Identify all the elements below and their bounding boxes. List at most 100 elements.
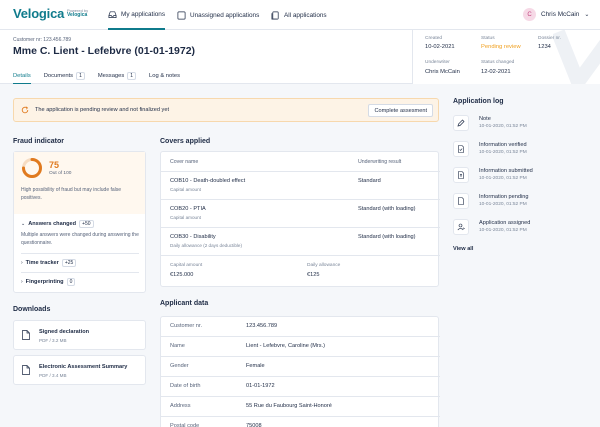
applicant-data-title: Applicant data <box>160 300 209 307</box>
document-icon <box>22 330 30 340</box>
time-tracker-toggle[interactable]: › Time tracker +25 <box>21 259 77 267</box>
note-icon <box>457 119 465 127</box>
count-badge: 1 <box>127 72 137 80</box>
list-item[interactable]: Information pending 10-01-2020, 01:52 PM <box>453 193 593 217</box>
answers-changed-label: Answers changed <box>28 221 77 227</box>
nav-tab-all-applications[interactable]: All applications <box>271 0 327 30</box>
daily-allowance-label: Daily allowance <box>307 263 341 268</box>
pending-review-banner: The application is pending review and no… <box>13 98 439 122</box>
count-badge: 1 <box>76 72 85 80</box>
status-badge: Pending review <box>481 44 521 50</box>
table-row: Customer nr. 123.456.789 <box>161 317 440 337</box>
log-title: Note <box>479 116 491 122</box>
chevron-right-icon: › <box>21 260 23 266</box>
cover-result: Standard <box>358 178 381 184</box>
log-date: 10-01-2020, 01:52 PM <box>479 176 527 181</box>
log-title: Information pending <box>479 194 529 200</box>
table-header: Cover name Underwriting result <box>161 152 440 172</box>
nav-tab-my-applications[interactable]: My applications <box>108 0 166 30</box>
application-meta: Created 10-02-2021 Status Pending review… <box>412 30 600 84</box>
powered-by-brand: Velogica <box>67 12 88 18</box>
table-row: Date of birth 01-01-1972 <box>161 377 440 397</box>
customer-number: Customer nr: 123.456.789 <box>13 37 72 43</box>
tab-log-notes[interactable]: Log & notes <box>149 68 180 84</box>
status-changed-value: 12-02-2021 <box>481 69 511 75</box>
log-date: 10-01-2020, 01:52 PM <box>479 228 527 233</box>
user-menu[interactable]: C Chris McCain ⌄ <box>523 8 589 21</box>
table-row: COB20 - PTIA Capital amount Standard (wi… <box>161 200 440 228</box>
covers-table: Cover name Underwriting result COB10 - D… <box>160 151 440 287</box>
document-icon <box>458 197 464 205</box>
score-badge: +50 <box>79 220 94 228</box>
field-value: 123.456.789 <box>246 323 278 329</box>
cover-detail: Capital amount <box>170 215 201 220</box>
field-label: Gender <box>170 363 189 369</box>
document-icon <box>22 365 30 375</box>
log-date: 10-01-2020, 01:52 PM <box>479 202 527 207</box>
fingerprinting-toggle[interactable]: › Fingerprinting 0 <box>21 278 76 286</box>
inbox-icon <box>108 10 117 18</box>
chevron-down-icon: ⌄ <box>584 12 590 18</box>
copy-icon <box>271 11 279 19</box>
refresh-icon <box>21 106 29 114</box>
table-row: Postal code 75008 <box>161 417 440 427</box>
cover-detail: Daily allowance (2 days deductible) <box>170 243 243 248</box>
list-item[interactable]: Note 10-01-2020, 01:52 PM <box>453 115 593 139</box>
cover-result: Standard (with loading) <box>358 234 416 240</box>
chevron-right-icon: › <box>21 279 23 285</box>
applicant-data-table: Customer nr. 123.456.789 Name Lient - Lefe… <box>160 316 440 427</box>
document-upload-icon <box>458 171 464 179</box>
nav-tab-unassigned-applications[interactable]: Unassigned applications <box>177 0 259 30</box>
brand-logo[interactable]: Velogica <box>13 6 64 21</box>
log-date: 10-01-2020, 01:52 PM <box>479 124 527 129</box>
nav-tab-label: Unassigned applications <box>190 11 260 19</box>
fraud-gauge <box>22 158 42 178</box>
field-value: 55 Rue du Faubourg Saint-Honoré <box>246 403 332 409</box>
underwriter-value: Chris McCain <box>425 69 460 75</box>
field-value: 01-01-1972 <box>246 383 275 389</box>
download-size: PDF / 3.4 MB <box>39 373 67 378</box>
download-name: Electronic Assessment Summary <box>39 364 128 370</box>
fraud-score-out-of: Out of 100 <box>49 171 72 176</box>
tab-documents[interactable]: Documents 1 <box>44 68 85 84</box>
tab-messages[interactable]: Messages 1 <box>98 68 137 84</box>
score-badge: 0 <box>66 278 76 286</box>
column-header-result: Underwriting result <box>358 159 402 165</box>
log-icon-wrap <box>453 193 469 209</box>
download-signed-declaration[interactable]: Signed declaration PDF / 3.2 MB <box>13 320 146 350</box>
cover-detail: Capital amount <box>170 187 201 192</box>
application-log-title: Application log <box>453 98 504 105</box>
download-name: Signed declaration <box>39 329 90 335</box>
answers-changed-toggle[interactable]: ⌄ Answers changed +50 <box>21 220 94 228</box>
complete-assessment-button[interactable]: Complete assesment <box>368 104 433 117</box>
top-nav: Velogica Powered by Velogica My applicat… <box>0 0 600 30</box>
daily-allowance-value: €125 <box>307 272 320 278</box>
detail-tabs: Details Documents 1 Messages 1 Log & notes <box>13 68 193 84</box>
table-row: COB10 - Death-doubled effect Capital amo… <box>161 172 440 200</box>
list-item[interactable]: Information verified 10-01-2020, 01:52 P… <box>453 141 593 165</box>
status-changed-label: Status changed <box>481 60 515 65</box>
tab-label: Log & notes <box>149 73 180 79</box>
time-tracker-label: Time tracker <box>25 260 59 266</box>
dossier-value: 1234 <box>538 44 551 50</box>
covers-applied-title: Covers applied <box>160 138 211 145</box>
document-check-icon <box>458 145 464 153</box>
avatar: C <box>523 8 536 21</box>
cover-name: COB10 - Death-doubled effect <box>170 178 246 184</box>
fraud-indicator-title: Fraud indicator <box>13 138 64 145</box>
download-assessment-summary[interactable]: Electronic Assessment Summary PDF / 3.4 … <box>13 355 146 385</box>
field-label: Name <box>170 343 185 349</box>
status-label: Status <box>481 36 495 41</box>
field-label: Postal code <box>170 423 200 427</box>
fraud-indicator-card: 75 Out of 100 High possibility of fraud … <box>13 151 146 293</box>
powered-by: Powered by Velogica <box>67 8 88 18</box>
banner-text: The application is pending review and no… <box>35 107 170 113</box>
user-name: Chris McCain <box>541 11 580 18</box>
field-value: Lient - Lefebvre, Caroline (Mrs.) <box>246 343 325 349</box>
view-all-link[interactable]: View all <box>453 246 473 252</box>
list-item[interactable]: Application assigned 10-01-2020, 01:52 P… <box>453 219 593 243</box>
dossier-label: Dossier nr. <box>538 36 561 41</box>
log-title: Information submitted <box>479 168 533 174</box>
list-item[interactable]: Information submitted 10-01-2020, 01:52 … <box>453 167 593 191</box>
tab-details[interactable]: Details <box>13 68 31 84</box>
